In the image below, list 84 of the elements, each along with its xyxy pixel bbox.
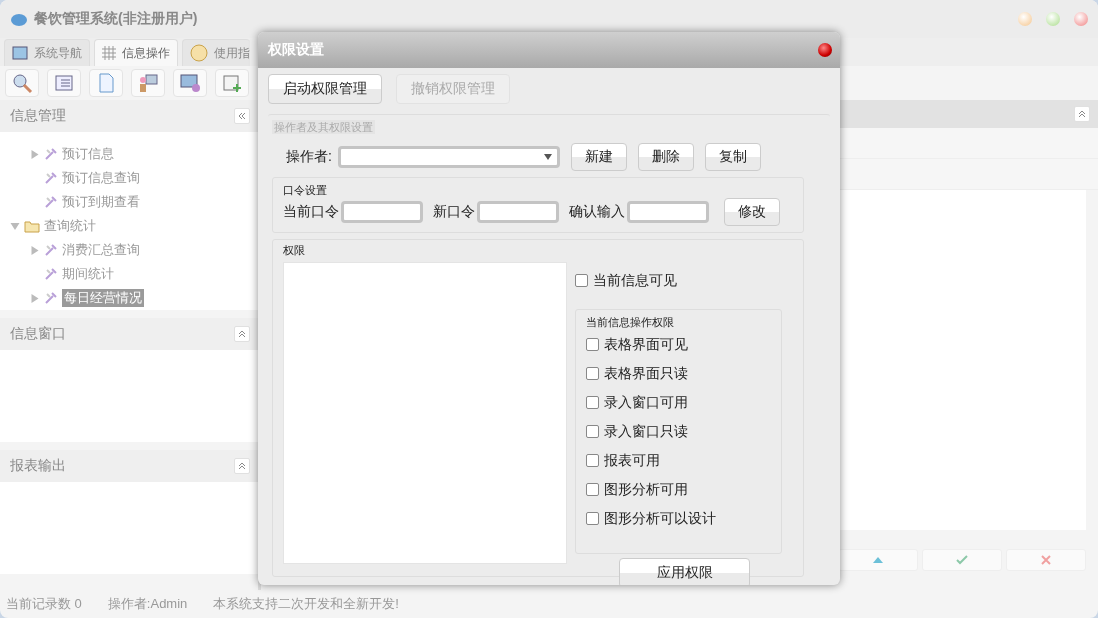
- search-icon[interactable]: [5, 69, 39, 97]
- field-label: 新口令: [433, 203, 475, 221]
- field-label: 操作者:: [286, 148, 332, 166]
- person-board-icon[interactable]: [131, 69, 165, 97]
- checkbox-label: 图形分析可以设计: [604, 509, 716, 528]
- checkbox-label: 录入窗口只读: [604, 422, 688, 441]
- window-add-icon[interactable]: [215, 69, 249, 97]
- group-title: 口令设置: [283, 184, 327, 196]
- window-title: 餐饮管理系统(非注册用户): [34, 10, 199, 28]
- wrench-icon: [44, 171, 58, 185]
- apply-button[interactable]: 应用权限: [619, 558, 750, 585]
- wrench-icon: [44, 291, 58, 305]
- action-button[interactable]: 新建: [570, 143, 627, 171]
- status-text: 当前记录数 0: [6, 595, 82, 613]
- checkbox-label: 表格界面可见: [604, 335, 688, 354]
- double-up-icon[interactable]: [234, 326, 250, 342]
- checkbox-label: 图形分析可用: [604, 480, 688, 499]
- field-label: 当前口令: [283, 203, 339, 221]
- check-icon: [956, 555, 968, 565]
- checkbox[interactable]: [586, 512, 599, 525]
- modify-button[interactable]: 修改: [724, 198, 780, 226]
- expand-arrow-icon[interactable]: [30, 149, 40, 159]
- expand-arrow-icon[interactable]: [30, 245, 40, 255]
- collapse-arrow-icon[interactable]: [10, 221, 20, 231]
- checkbox[interactable]: [586, 338, 599, 351]
- wrench-icon: [44, 195, 58, 209]
- status-text: 本系统支持二次开发和全新开发!: [213, 595, 399, 613]
- toggle-button[interactable]: 启动权限管理: [268, 74, 382, 104]
- checkbox[interactable]: [586, 396, 599, 409]
- checkbox-label: 录入窗口可用: [604, 393, 688, 412]
- field-label: 确认输入: [569, 203, 625, 221]
- tab[interactable]: 使用指: [182, 39, 250, 66]
- checkbox[interactable]: [586, 483, 599, 496]
- tree-item[interactable]: 预订到期查看: [62, 193, 140, 211]
- status-text: 操作者:Admin: [107, 595, 188, 613]
- tab[interactable]: 信息操作: [94, 39, 178, 66]
- checkbox[interactable]: [575, 274, 588, 287]
- tree-item[interactable]: 预订信息查询: [62, 169, 140, 187]
- group-title: 权限: [283, 244, 305, 256]
- checkbox-label: 当前信息可见: [593, 271, 677, 290]
- folder-icon: [24, 219, 40, 233]
- app-logo-icon: [10, 11, 28, 27]
- checkbox[interactable]: [586, 367, 599, 380]
- expand-arrow-icon[interactable]: [30, 293, 40, 303]
- operator-dropdown[interactable]: [337, 146, 560, 168]
- double-up-icon[interactable]: [1074, 106, 1090, 122]
- checkbox[interactable]: [586, 454, 599, 467]
- monitor-icon: [12, 46, 28, 60]
- close-button[interactable]: [1074, 12, 1088, 26]
- tree-item[interactable]: 每日经营情况: [62, 289, 144, 307]
- password-field[interactable]: [627, 201, 709, 223]
- double-up-icon[interactable]: [234, 458, 250, 474]
- tree-item[interactable]: 消费汇总查询: [62, 241, 140, 259]
- dropdown-arrow-icon: [542, 154, 553, 160]
- dialog-title: 权限设置: [268, 41, 324, 59]
- password-field[interactable]: [341, 201, 423, 223]
- action-button[interactable]: 复制: [704, 143, 761, 171]
- password-field[interactable]: [477, 201, 559, 223]
- tree-item[interactable]: 期间统计: [62, 265, 114, 283]
- checkbox[interactable]: [586, 425, 599, 438]
- tab[interactable]: 系统导航: [4, 39, 90, 66]
- wrench-icon: [44, 243, 58, 257]
- grid-icon: [102, 46, 116, 60]
- panel-title: 信息窗口: [10, 325, 66, 343]
- tree-item[interactable]: 查询统计: [44, 217, 96, 235]
- group-title: 当前信息操作权限: [586, 316, 674, 328]
- checkbox-label: 表格界面只读: [604, 364, 688, 383]
- wrench-icon: [44, 267, 58, 281]
- move-up-button[interactable]: [838, 549, 918, 571]
- list-icon[interactable]: [47, 69, 81, 97]
- action-button[interactable]: 删除: [637, 143, 694, 171]
- cancel-button[interactable]: [1006, 549, 1086, 571]
- checkbox-label: 报表可用: [604, 451, 660, 470]
- tree-item[interactable]: 预订信息: [62, 145, 114, 163]
- panel-title: 信息管理: [10, 107, 66, 125]
- document-icon[interactable]: [89, 69, 123, 97]
- close-icon: [1041, 555, 1051, 565]
- panel-title: 报表输出: [10, 457, 66, 475]
- clock-icon: [190, 44, 208, 62]
- close-button[interactable]: [818, 43, 832, 57]
- monitor-icon[interactable]: [173, 69, 207, 97]
- collapse-left-icon[interactable]: [234, 108, 250, 124]
- wrench-icon: [44, 147, 58, 161]
- triangle-up-icon: [873, 557, 883, 563]
